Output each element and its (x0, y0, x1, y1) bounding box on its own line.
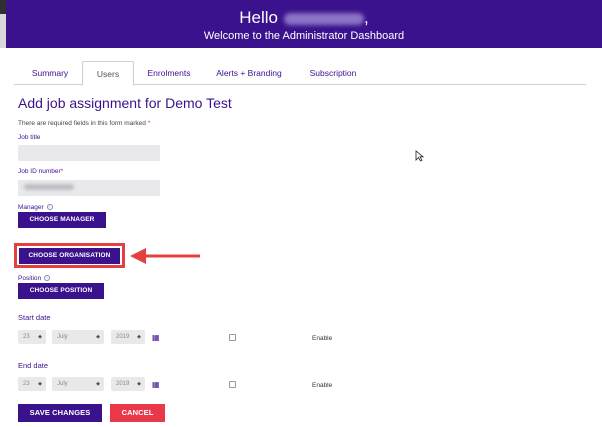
start-year-select[interactable]: 2019 ◆ (111, 330, 145, 344)
mouse-cursor-icon (415, 150, 424, 162)
cancel-button[interactable]: CANCEL (110, 404, 165, 422)
choose-organisation-button[interactable]: CHOOSE ORGANISATION (19, 248, 120, 264)
caret-icon: ◆ (96, 381, 100, 387)
save-changes-button[interactable]: SAVE CHANGES (18, 404, 102, 422)
tab-enrolments[interactable]: Enrolments (138, 61, 200, 85)
header-subtitle: Welcome to the Administrator Dashboard (203, 30, 405, 42)
redacted-job-id-value (24, 184, 74, 190)
position-label: Position i (18, 275, 51, 282)
start-month-select[interactable]: July ◆ (52, 330, 104, 344)
manager-label: Manager i (18, 204, 53, 211)
end-date-enable-label: Enable (312, 382, 333, 389)
choose-position-button[interactable]: CHOOSE POSITION (18, 283, 104, 299)
caret-icon: ◆ (38, 381, 42, 387)
header-greeting: Hello, (239, 8, 369, 27)
job-title-label: Job title (18, 134, 41, 141)
info-icon[interactable]: i (44, 275, 51, 282)
caret-icon: ◆ (38, 334, 42, 340)
start-day-select[interactable]: 23 ◆ (18, 330, 46, 344)
pointer-arrow-icon (130, 248, 200, 264)
start-date-enable-checkbox[interactable] (229, 334, 236, 341)
end-date-label: End date (18, 361, 49, 370)
end-year-select[interactable]: 2019 ◆ (111, 377, 145, 391)
tab-subscription[interactable]: Subscription (300, 61, 366, 85)
tab-summary[interactable]: Summary (20, 61, 80, 85)
arrow-head (130, 248, 146, 264)
caret-icon: ◆ (137, 334, 141, 340)
tab-bar: Summary Users Enrolments Alerts + Brandi… (14, 61, 586, 86)
info-icon[interactable]: i (46, 204, 53, 211)
calendar-icon[interactable]: ▦ (152, 380, 160, 389)
start-date-label: Start date (18, 313, 51, 322)
caret-icon: ◆ (96, 334, 100, 340)
end-month-select[interactable]: July ◆ (52, 377, 104, 391)
job-title-input[interactable] (18, 145, 160, 161)
end-date-enable-checkbox[interactable] (229, 381, 236, 388)
start-date-enable-label: Enable (312, 335, 333, 342)
tab-users[interactable]: Users (82, 61, 134, 86)
page-title: Add job assignment for Demo Test (18, 95, 232, 111)
caret-icon: ◆ (137, 381, 141, 387)
required-fields-note: There are required fields in this form m… (18, 120, 151, 127)
tab-alerts-branding[interactable]: Alerts + Branding (206, 61, 292, 85)
choose-manager-button[interactable]: CHOOSE MANAGER (18, 212, 106, 228)
calendar-icon[interactable]: ▦ (152, 333, 160, 342)
job-id-label: Job ID number* (18, 168, 64, 175)
cursor-shape (415, 150, 424, 162)
end-day-select[interactable]: 23 ◆ (18, 377, 46, 391)
dashboard-header: Hello, Welcome to the Administrator Dash… (6, 0, 602, 48)
redacted-user-name (284, 12, 364, 25)
